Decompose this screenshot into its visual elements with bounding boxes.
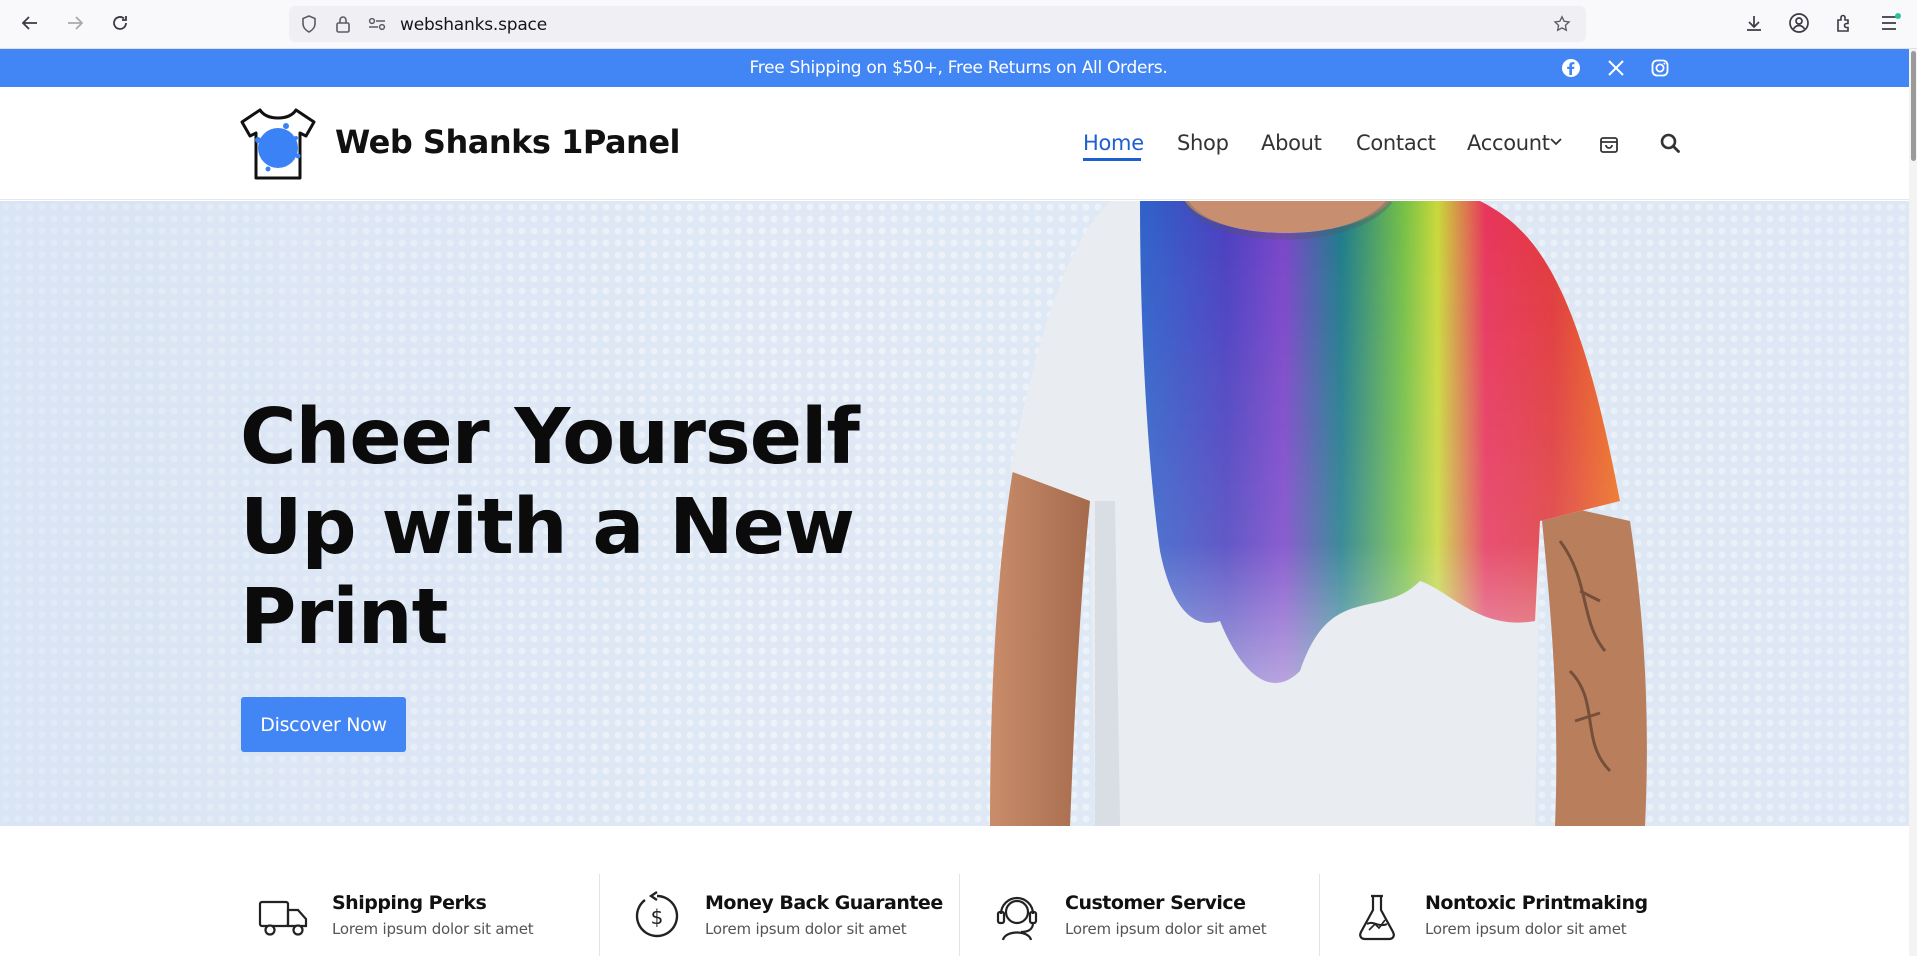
downloads-icon[interactable] [1742, 11, 1766, 35]
announcement-text: Free Shipping on $50+, Free Returns on A… [749, 58, 1168, 78]
feature-divider [959, 874, 960, 956]
features-row: Shipping Perks Lorem ipsum dolor sit ame… [0, 826, 1917, 956]
page-scrollbar[interactable] [1909, 49, 1917, 956]
cart-icon[interactable] [1596, 130, 1622, 156]
nav-account[interactable]: Account [1467, 131, 1550, 155]
chevron-down-icon[interactable] [1548, 132, 1564, 152]
url-text[interactable]: webshanks.space [400, 15, 547, 35]
back-icon[interactable] [17, 10, 43, 36]
account-icon[interactable] [1787, 11, 1811, 35]
instagram-icon[interactable] [1650, 58, 1670, 78]
browser-toolbar: webshanks.space [0, 0, 1917, 49]
feature-money-back: $ Money Back Guarantee Lorem ipsum dolor… [631, 874, 961, 956]
flask-icon [1351, 890, 1403, 942]
bookmark-star-icon[interactable] [1553, 15, 1571, 33]
lock-icon[interactable] [334, 15, 352, 33]
active-menu-indicator [1083, 158, 1141, 161]
hero-tshirt-image [990, 201, 1647, 826]
feature-subtitle: Lorem ipsum dolor sit amet [1065, 920, 1267, 938]
feature-subtitle: Lorem ipsum dolor sit amet [1425, 920, 1627, 938]
nav-home[interactable]: Home [1083, 131, 1144, 155]
feature-divider [599, 874, 600, 956]
address-bar[interactable]: webshanks.space [289, 6, 1586, 42]
feature-title: Customer Service [1065, 892, 1246, 914]
extensions-icon[interactable] [1832, 11, 1856, 35]
search-icon[interactable] [1657, 130, 1683, 156]
nav-shop[interactable]: Shop [1177, 131, 1229, 155]
site-info-icon[interactable] [368, 15, 386, 33]
scrollbar-thumb[interactable] [1911, 51, 1916, 161]
x-icon[interactable] [1606, 58, 1626, 78]
feature-divider [1319, 874, 1320, 956]
money-back-icon: $ [631, 890, 683, 942]
feature-nontoxic: Nontoxic Printmaking Lorem ipsum dolor s… [1351, 874, 1681, 956]
headset-icon [991, 890, 1043, 942]
truck-icon [258, 890, 310, 942]
discover-now-button[interactable]: Discover Now [241, 697, 406, 752]
forward-icon[interactable] [62, 10, 88, 36]
feature-shipping: Shipping Perks Lorem ipsum dolor sit ame… [258, 874, 588, 956]
menu-icon[interactable] [1878, 11, 1902, 35]
feature-title: Money Back Guarantee [705, 892, 943, 914]
announcement-bar: Free Shipping on $50+, Free Returns on A… [0, 49, 1917, 87]
site-logo[interactable] [238, 106, 318, 182]
site-title[interactable]: Web Shanks 1Panel [335, 123, 680, 161]
site-header: Web Shanks 1Panel Home Shop About Contac… [0, 87, 1917, 200]
hero-title: Cheer Yourself Up with a New Print [240, 393, 860, 662]
feature-subtitle: Lorem ipsum dolor sit amet [705, 920, 907, 938]
shield-icon[interactable] [300, 15, 318, 33]
reload-icon[interactable] [107, 10, 133, 36]
feature-title: Nontoxic Printmaking [1425, 892, 1648, 914]
facebook-icon[interactable] [1561, 58, 1581, 78]
nav-about[interactable]: About [1261, 131, 1322, 155]
feature-title: Shipping Perks [332, 892, 487, 914]
svg-text:$: $ [651, 905, 664, 929]
nav-contact[interactable]: Contact [1356, 131, 1436, 155]
feature-subtitle: Lorem ipsum dolor sit amet [332, 920, 534, 938]
hero-banner: Cheer Yourself Up with a New Print Disco… [0, 201, 1917, 826]
feature-customer-service: Customer Service Lorem ipsum dolor sit a… [991, 874, 1321, 956]
